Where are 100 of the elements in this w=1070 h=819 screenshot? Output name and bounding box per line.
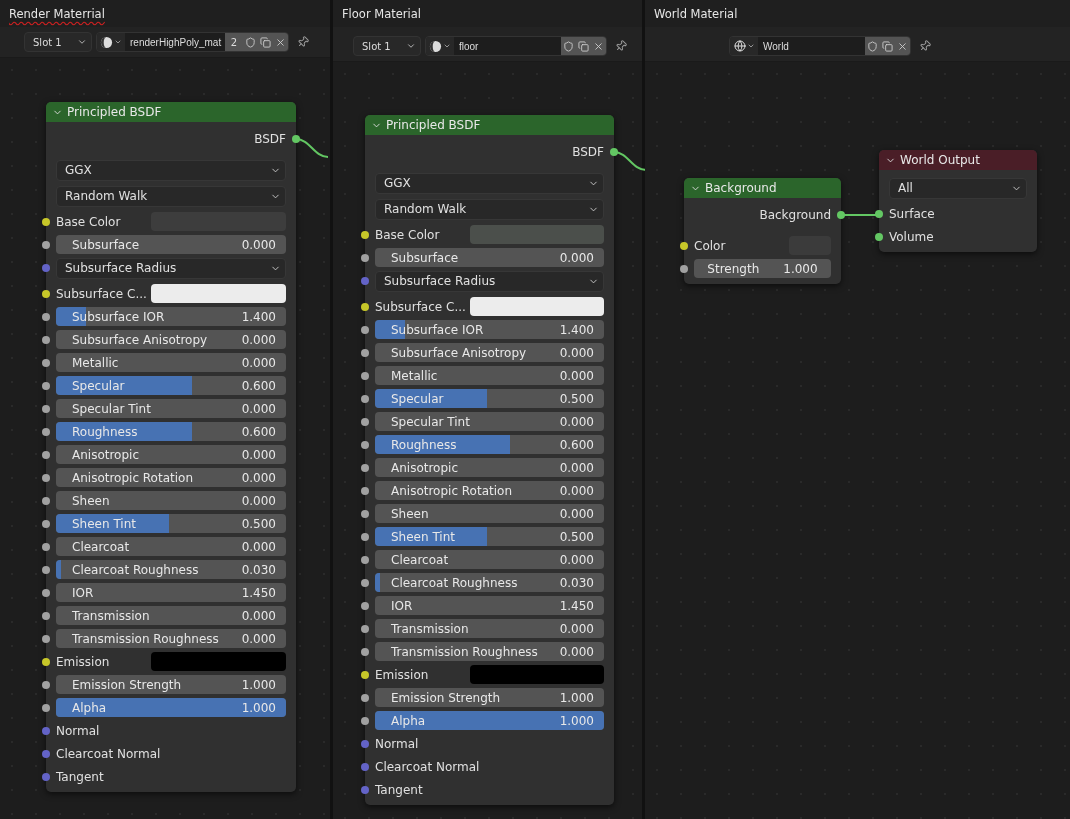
node-header[interactable]: Background <box>684 178 841 198</box>
value-slider[interactable]: Metallic 0.000 <box>56 353 286 372</box>
node-header[interactable]: Principled BSDF <box>365 115 614 135</box>
socket-dot[interactable] <box>42 240 50 249</box>
value-slider[interactable]: Emission Strength 1.000 <box>56 675 286 694</box>
socket-dot[interactable] <box>42 588 50 597</box>
socket-dot[interactable] <box>361 647 369 656</box>
socket-dot[interactable] <box>361 716 369 725</box>
value-slider[interactable]: Transmission Roughness 0.000 <box>375 642 604 661</box>
number-field[interactable]: Strength 1.000 <box>694 259 831 278</box>
socket-dot[interactable] <box>361 417 369 426</box>
socket-dot[interactable] <box>42 496 50 505</box>
socket-dot[interactable] <box>361 325 369 334</box>
value-slider[interactable]: Subsurface 0.000 <box>56 235 286 254</box>
node-header[interactable]: Principled BSDF <box>46 102 296 122</box>
color-swatch[interactable] <box>151 652 286 671</box>
socket-dot[interactable] <box>42 312 50 321</box>
socket-dot[interactable] <box>361 253 369 262</box>
socket-dot[interactable] <box>875 209 883 218</box>
value-slider[interactable]: Sheen 0.000 <box>56 491 286 510</box>
socket-dot[interactable] <box>361 371 369 380</box>
value-slider[interactable]: Subsurface 0.000 <box>375 248 604 267</box>
socket-dot[interactable] <box>680 264 688 273</box>
socket-dot[interactable] <box>42 542 50 551</box>
socket-dot[interactable] <box>361 509 369 518</box>
dropdown[interactable]: Subsurface Radius <box>375 270 604 292</box>
socket-dot[interactable] <box>42 450 50 459</box>
dropdown[interactable]: All <box>889 177 1027 199</box>
socket-dot[interactable] <box>42 634 50 643</box>
color-swatch[interactable] <box>470 225 604 244</box>
socket-dot[interactable] <box>361 624 369 633</box>
value-slider[interactable]: Alpha 1.000 <box>56 698 286 717</box>
socket-dot[interactable] <box>361 739 369 748</box>
slot-dropdown[interactable]: Slot 1 <box>24 32 92 52</box>
socket-dot[interactable] <box>610 148 618 156</box>
socket-dot[interactable] <box>361 532 369 541</box>
value-slider[interactable]: Sheen Tint 0.500 <box>375 527 604 546</box>
socket-dot[interactable] <box>42 289 50 298</box>
socket-dot[interactable] <box>875 232 883 241</box>
dropdown[interactable]: Random Walk <box>375 198 604 220</box>
socket-dot[interactable] <box>292 135 300 143</box>
value-slider[interactable]: Anisotropic Rotation 0.000 <box>56 468 286 487</box>
value-slider[interactable]: Transmission 0.000 <box>375 619 604 638</box>
value-slider[interactable]: Specular Tint 0.000 <box>375 412 604 431</box>
value-slider[interactable]: Metallic 0.000 <box>375 366 604 385</box>
socket-dot[interactable] <box>42 427 50 436</box>
value-slider[interactable]: Specular 0.600 <box>56 376 286 395</box>
value-slider[interactable]: Subsurface Anisotropy 0.000 <box>375 343 604 362</box>
socket-dot[interactable] <box>361 394 369 403</box>
socket-dot[interactable] <box>42 473 50 482</box>
socket-dot[interactable] <box>361 348 369 357</box>
node-header[interactable]: World Output <box>879 150 1037 170</box>
value-slider[interactable]: Anisotropic 0.000 <box>56 445 286 464</box>
value-slider[interactable]: Subsurface Anisotropy 0.000 <box>56 330 286 349</box>
socket-dot[interactable] <box>42 680 50 689</box>
socket-dot[interactable] <box>42 772 50 781</box>
socket-dot[interactable] <box>42 703 50 712</box>
dropdown[interactable]: GGX <box>375 172 604 194</box>
value-slider[interactable]: Anisotropic 0.000 <box>375 458 604 477</box>
socket-dot[interactable] <box>42 358 50 367</box>
slot-dropdown[interactable]: Slot 1 <box>353 36 421 56</box>
socket-dot[interactable] <box>42 404 50 413</box>
socket-dot[interactable] <box>42 335 50 344</box>
socket-dot[interactable] <box>42 565 50 574</box>
socket-dot[interactable] <box>361 693 369 702</box>
socket-dot[interactable] <box>42 381 50 390</box>
socket-dot[interactable] <box>42 749 50 758</box>
socket-dot[interactable] <box>361 302 369 311</box>
socket-dot[interactable] <box>42 726 50 735</box>
color-swatch[interactable] <box>470 665 604 684</box>
value-slider[interactable]: Specular Tint 0.000 <box>56 399 286 418</box>
value-slider[interactable]: Anisotropic Rotation 0.000 <box>375 481 604 500</box>
dropdown[interactable]: GGX <box>56 159 286 181</box>
socket-dot[interactable] <box>361 277 369 285</box>
socket-dot[interactable] <box>361 230 369 239</box>
socket-dot[interactable] <box>837 211 845 219</box>
socket-dot[interactable] <box>42 611 50 620</box>
socket-dot[interactable] <box>361 670 369 679</box>
value-slider[interactable]: Clearcoat Roughness 0.030 <box>375 573 604 592</box>
value-slider[interactable]: IOR 1.450 <box>375 596 604 615</box>
socket-dot[interactable] <box>361 440 369 449</box>
value-slider[interactable]: Clearcoat 0.000 <box>56 537 286 556</box>
value-slider[interactable]: Transmission 0.000 <box>56 606 286 625</box>
socket-dot[interactable] <box>361 555 369 564</box>
dropdown[interactable]: Subsurface Radius <box>56 257 286 279</box>
socket-dot[interactable] <box>42 657 50 666</box>
value-slider[interactable]: Sheen Tint 0.500 <box>56 514 286 533</box>
socket-dot[interactable] <box>361 578 369 587</box>
value-slider[interactable]: Roughness 0.600 <box>56 422 286 441</box>
value-slider[interactable]: Sheen 0.000 <box>375 504 604 523</box>
color-swatch[interactable] <box>470 297 604 316</box>
socket-dot[interactable] <box>361 486 369 495</box>
value-slider[interactable]: Clearcoat Roughness 0.030 <box>56 560 286 579</box>
socket-dot[interactable] <box>361 785 369 794</box>
socket-dot[interactable] <box>42 264 50 272</box>
color-swatch[interactable] <box>151 284 286 303</box>
socket-dot[interactable] <box>361 762 369 771</box>
socket-dot[interactable] <box>680 241 688 250</box>
value-slider[interactable]: Emission Strength 1.000 <box>375 688 604 707</box>
value-slider[interactable]: Clearcoat 0.000 <box>375 550 604 569</box>
